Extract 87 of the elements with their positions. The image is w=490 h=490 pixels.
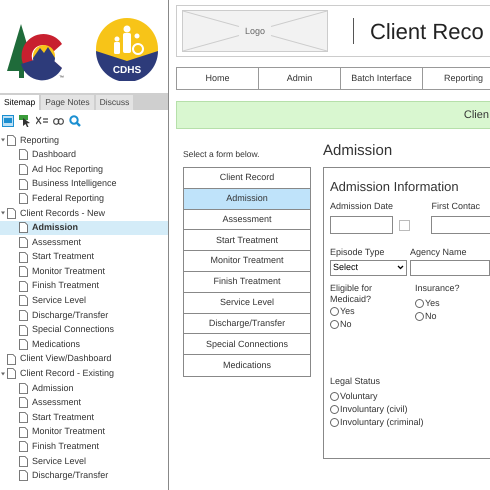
field-label: Admission Date [330, 200, 394, 212]
page-icon [19, 441, 28, 452]
field-label: Insurance? [415, 282, 460, 294]
tree-item[interactable]: Discharge/Transfer [0, 468, 168, 484]
radio-option[interactable]: Involuntary (criminal) [330, 416, 490, 429]
logo-text: CDHS [112, 64, 142, 76]
page-icon [19, 339, 28, 350]
field-label: First Contac [431, 200, 481, 212]
tree-item[interactable]: Client Records - New [0, 206, 168, 221]
search-icon[interactable] [69, 115, 81, 127]
section-title: Admission Information [330, 178, 460, 196]
date-field[interactable] [330, 216, 393, 234]
expand-arrow-icon[interactable] [1, 138, 5, 142]
page-title: Client Reco [370, 18, 484, 46]
tree-item[interactable]: Assessment [0, 235, 168, 250]
tree-item[interactable]: Monitor Treatment [0, 424, 168, 440]
tree-item[interactable]: Discharge/Transfer [0, 308, 168, 323]
page-icon [19, 397, 28, 408]
page-icon [19, 222, 28, 234]
page-icon [19, 324, 28, 336]
form-list-item[interactable]: Admission [184, 188, 310, 210]
radio-option[interactable]: No [330, 318, 415, 330]
tree-item[interactable]: Monitor Treatment [0, 264, 168, 279]
page-icon [19, 412, 28, 424]
tree-item[interactable]: Client View/Dashboard [0, 352, 168, 366]
expand-arrow-icon[interactable] [1, 211, 5, 216]
logo-label: Logo [244, 26, 266, 36]
tree-item[interactable]: Service Level [0, 454, 168, 469]
tree-item[interactable]: Start Treatment [0, 410, 168, 425]
page-icon [7, 368, 16, 380]
tree-item[interactable]: Admission [0, 220, 168, 236]
page-icon [7, 354, 16, 365]
panel-tab[interactable]: Page Notes [41, 95, 94, 110]
page-icon [19, 310, 28, 321]
select-field[interactable]: Select [330, 260, 407, 276]
page-icon [19, 280, 28, 292]
field-label: Legal Status [330, 374, 382, 388]
page-icon [19, 236, 28, 248]
tree-item[interactable]: Dashboard [0, 148, 168, 162]
page-icon [7, 134, 16, 146]
tree-item[interactable]: Finish Treatment [0, 278, 168, 294]
tree-item[interactable]: Finish Treatment [0, 439, 168, 454]
field-label: Agency Name [410, 246, 468, 259]
form-prompt: Select a form below. [183, 148, 261, 161]
page-icon [19, 266, 28, 278]
panel-tab[interactable]: Discuss [96, 95, 134, 110]
pointer-icon[interactable] [19, 115, 31, 127]
expand-arrow-icon[interactable] [1, 372, 5, 376]
form-heading: Admission [323, 142, 394, 161]
radio-option[interactable]: No [415, 310, 460, 322]
page-icon [19, 252, 28, 263]
chevron-down-icon [397, 265, 404, 270]
status-banner: Clien [176, 101, 490, 129]
tree-item[interactable]: Federal Reporting [0, 191, 168, 206]
page-icon [19, 470, 28, 482]
calendar-checkbox[interactable] [399, 220, 410, 230]
field-label: Eligible for Medicaid? [330, 282, 374, 304]
page-icon [19, 426, 28, 438]
tree-item[interactable]: Admission [0, 381, 168, 396]
page-icon [19, 456, 28, 467]
page-icon [19, 164, 28, 175]
tree-item[interactable]: Medications [0, 337, 168, 352]
variable-icon[interactable] [36, 116, 48, 126]
tree-item[interactable]: Special Connections [0, 322, 168, 338]
radio-option[interactable]: Involuntary (civil) [330, 403, 490, 416]
radio-option[interactable]: Yes [415, 296, 460, 310]
page-icon [19, 193, 28, 204]
tree-item[interactable]: Business Intelligence [0, 176, 168, 192]
page-icon [19, 178, 28, 190]
tree-item[interactable]: Reporting [0, 133, 168, 148]
tree-item[interactable]: Assessment [0, 396, 168, 410]
panel-tab[interactable]: Sitemap [0, 95, 40, 110]
sitemap-icon[interactable] [2, 115, 14, 127]
page-icon [19, 382, 28, 394]
page-icon [19, 149, 28, 160]
tree-item[interactable]: Client Record - Existing [0, 366, 168, 382]
text-field[interactable] [431, 216, 490, 234]
field-label: Episode Type [330, 246, 386, 259]
radio-option[interactable]: Voluntary [330, 390, 490, 403]
tree-item[interactable]: Start Treatment [0, 250, 168, 264]
radio-option[interactable]: Yes [330, 304, 415, 318]
link-icon[interactable] [53, 118, 64, 124]
text-field[interactable] [410, 260, 490, 276]
page-icon [19, 295, 28, 306]
tree-item[interactable]: Service Level [0, 294, 168, 308]
page-icon [7, 208, 16, 219]
tree-item[interactable]: Ad Hoc Reporting [0, 162, 168, 177]
